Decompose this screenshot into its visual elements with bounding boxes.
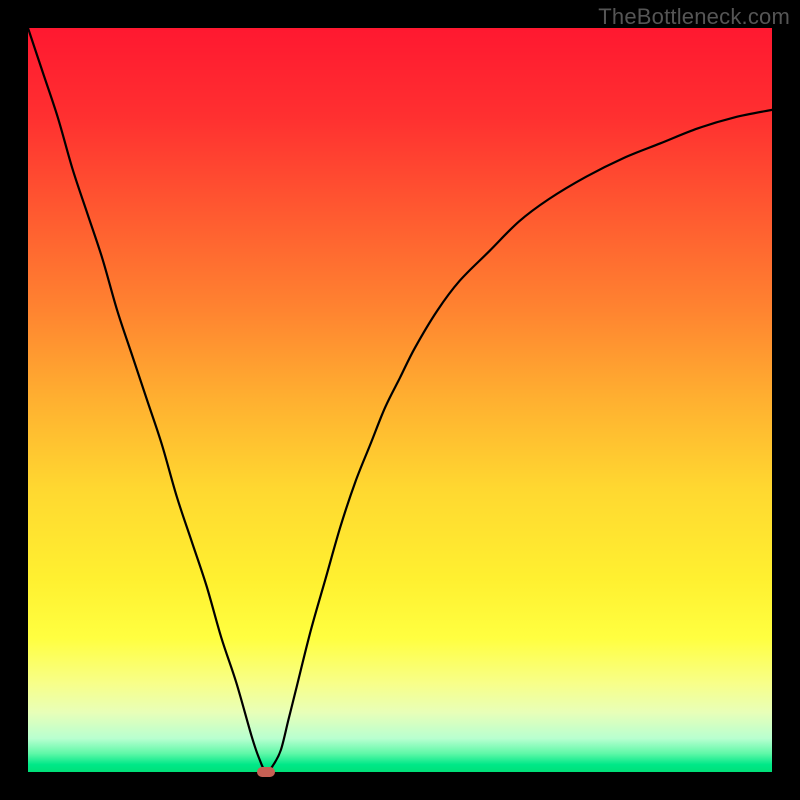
chart-frame: TheBottleneck.com <box>0 0 800 800</box>
watermark-text: TheBottleneck.com <box>598 4 790 30</box>
optimal-point-marker <box>257 767 275 777</box>
curve-layer <box>28 28 772 772</box>
bottleneck-curve <box>28 28 772 772</box>
plot-area <box>28 28 772 772</box>
